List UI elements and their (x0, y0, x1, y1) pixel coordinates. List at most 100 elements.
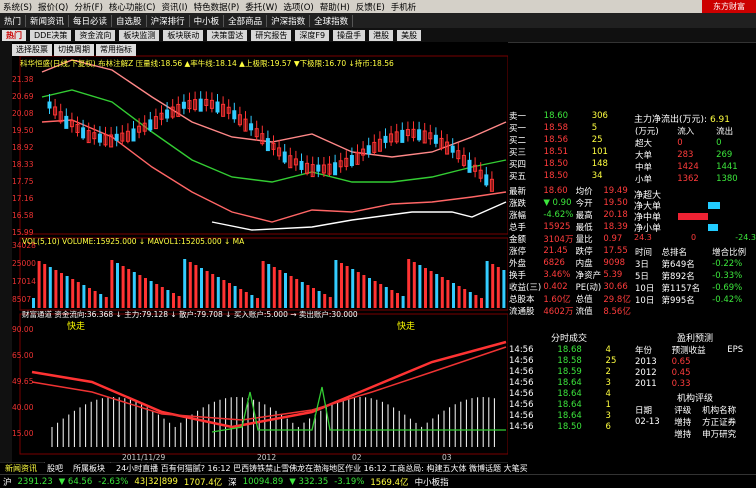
news-tab-1[interactable]: 股吧 (42, 463, 68, 474)
toolbar-item-6[interactable]: 全部商品 (224, 14, 268, 27)
menu-item-1[interactable]: 报价(Q) (35, 1, 71, 13)
orderbook-label: 买三 (509, 148, 527, 158)
fund-out: 1380 (716, 174, 738, 184)
tick-row: 14:56 18.50 6 (508, 421, 628, 432)
news-tab-2[interactable]: 所属板块 (68, 463, 110, 474)
menu-item-3[interactable]: 核心功能(C) (106, 1, 159, 13)
candle-body (450, 145, 455, 153)
feature-item-0[interactable]: 热门 (2, 29, 26, 41)
subtab-1[interactable]: 切换周期 (54, 44, 94, 56)
subtab-0[interactable]: 选择股票 (12, 44, 52, 56)
toolbar-item-7[interactable]: 沪深指数 (267, 14, 311, 27)
feature-item-3[interactable]: 板块监测 (119, 29, 160, 41)
chart-subtabs: 选择股票 切换周期 常用指标 (12, 44, 138, 56)
volume-bar (390, 290, 394, 308)
menu-item-0[interactable]: 系统(S) (0, 1, 35, 13)
stats-label: 均价 (575, 187, 593, 197)
stats-label: 总手 (509, 223, 527, 233)
stats-value: -4.62% (543, 210, 574, 220)
profit-row: 2011 0.33 (634, 378, 754, 389)
org-cell (634, 428, 673, 440)
menu-item-5[interactable]: 特色数据(P) (191, 1, 243, 13)
fund-header-cell: 流入 (677, 127, 695, 137)
stats-row: 涨幅 -4.62% 最高 20.18 (508, 209, 632, 221)
menu-item-2[interactable]: 分析(F) (71, 1, 106, 13)
feature-item-8[interactable]: 操盘手 (333, 29, 366, 41)
menu-item-4[interactable]: 资讯(I) (158, 1, 190, 13)
toolbar-item-0[interactable]: 热门 (0, 14, 27, 27)
feature-item-6[interactable]: 研究报告 (251, 29, 292, 41)
candle-body (333, 162, 338, 176)
volume-bar (412, 262, 416, 308)
feature-item-7[interactable]: 深度F9 (295, 29, 330, 41)
rank-cell: 10日 (635, 296, 655, 306)
volume-bar (132, 272, 136, 308)
orderbook-row: 买五 18.50 34 (508, 170, 624, 182)
date-axis-label: 2012 (257, 453, 276, 462)
tick-price: 18.64 (557, 388, 582, 399)
toolbar-item-1[interactable]: 新闻资讯 (26, 14, 70, 27)
fund-header-cell: 流出 (716, 127, 734, 137)
menu-item-8[interactable]: 帮助(H) (317, 1, 353, 13)
stats-label: 跌停 (575, 247, 593, 257)
news-tab-0[interactable]: 新闻资讯 (0, 463, 42, 474)
date-axis-label: 02 (352, 453, 362, 462)
tick-vol: 3 (605, 377, 611, 388)
volume-bar (32, 298, 35, 308)
net-bars: 净超大 净大单 净中单 净小单 24.3 0 -24.3 (634, 189, 756, 242)
stats-value: 19.50 (603, 198, 628, 208)
fund-label: 大单 (635, 151, 653, 161)
volume-bar (429, 271, 433, 308)
menu-item-9[interactable]: 反馈(E) (353, 1, 388, 13)
quick-label: 快走 (67, 320, 85, 332)
candle-body (349, 155, 354, 167)
volume-bar (211, 274, 215, 308)
volume-bar (289, 276, 293, 308)
toolbar-item-4[interactable]: 沪深排行 (147, 14, 190, 27)
stats-value: 29.8亿 (603, 295, 631, 305)
rank-header-cell: 总排名 (661, 248, 688, 258)
volume-bar (401, 296, 405, 308)
feature-item-9[interactable]: 港股 (369, 29, 394, 41)
feature-item-4[interactable]: 板块联动 (163, 29, 204, 41)
rank-header-cell: 时间 (635, 248, 653, 258)
stats-label: 流通股 (509, 307, 535, 317)
status-field-8: ▼ 332.35 (289, 476, 329, 487)
volume-bar (457, 286, 461, 308)
tick-row: 14:56 18.64 4 (508, 388, 628, 399)
volume-bar (373, 281, 377, 308)
menu-item-6[interactable]: 委托(W) (242, 1, 280, 13)
candle-body (316, 164, 321, 172)
toolbar-item-5[interactable]: 中小板 (190, 14, 225, 27)
stats-row: 换手 3.46% 净资产 5.39 (508, 269, 632, 281)
feature-item-10[interactable]: 美股 (397, 29, 422, 41)
tick-vol: 1 (605, 399, 611, 410)
toolbar-item-2[interactable]: 每日必读 (69, 14, 113, 27)
quick-label: 快走 (397, 320, 415, 332)
orderbook-table: 卖一 18.60 306 买一 18.58 5 买二 18.56 25 买三 18.51 101 买四 1… (508, 110, 624, 182)
feature-item-1[interactable]: DDE决策 (30, 29, 72, 41)
menu-item-7[interactable]: 选项(O) (280, 1, 316, 13)
org-cell: 02-13 (635, 417, 660, 427)
volume-bar (93, 291, 97, 308)
feature-item-5[interactable]: 决策雷达 (207, 29, 248, 41)
toolbar-item-3[interactable]: 自选股 (112, 14, 147, 27)
tick-row: 14:56 18.68 4 (508, 344, 628, 355)
price-axis-label: 20.69 (12, 92, 34, 101)
menu-item-10[interactable]: 手机析 (388, 1, 420, 13)
volume-bar (233, 286, 237, 308)
org-table: 日期 评级 机构名称 02-13 增持 方正证券 增持 申万研究 (634, 404, 754, 440)
volume-bar (317, 291, 321, 308)
profit-year: 2012 (635, 367, 657, 378)
tick-row: 14:56 18.64 3 (508, 377, 628, 388)
feature-item-2[interactable]: 资金流向 (75, 29, 116, 41)
subtab-2[interactable]: 常用指标 (96, 44, 136, 56)
candle-body (433, 134, 438, 144)
rank-row: 5日 第892名 -0.33% (634, 270, 756, 282)
feature-toolbar: 热门 DDE决策 资金流向 板块监测 板块联动 决策雷达 研究报告 深度F9 操盘手 港股 美股 (0, 28, 756, 43)
toolbar-item-8[interactable]: 全球指数 (310, 14, 354, 27)
volume-bar (149, 281, 153, 308)
volume-bar (345, 266, 349, 308)
profit-year: 2011 (635, 378, 657, 389)
stats-value: 15925 (543, 222, 571, 232)
